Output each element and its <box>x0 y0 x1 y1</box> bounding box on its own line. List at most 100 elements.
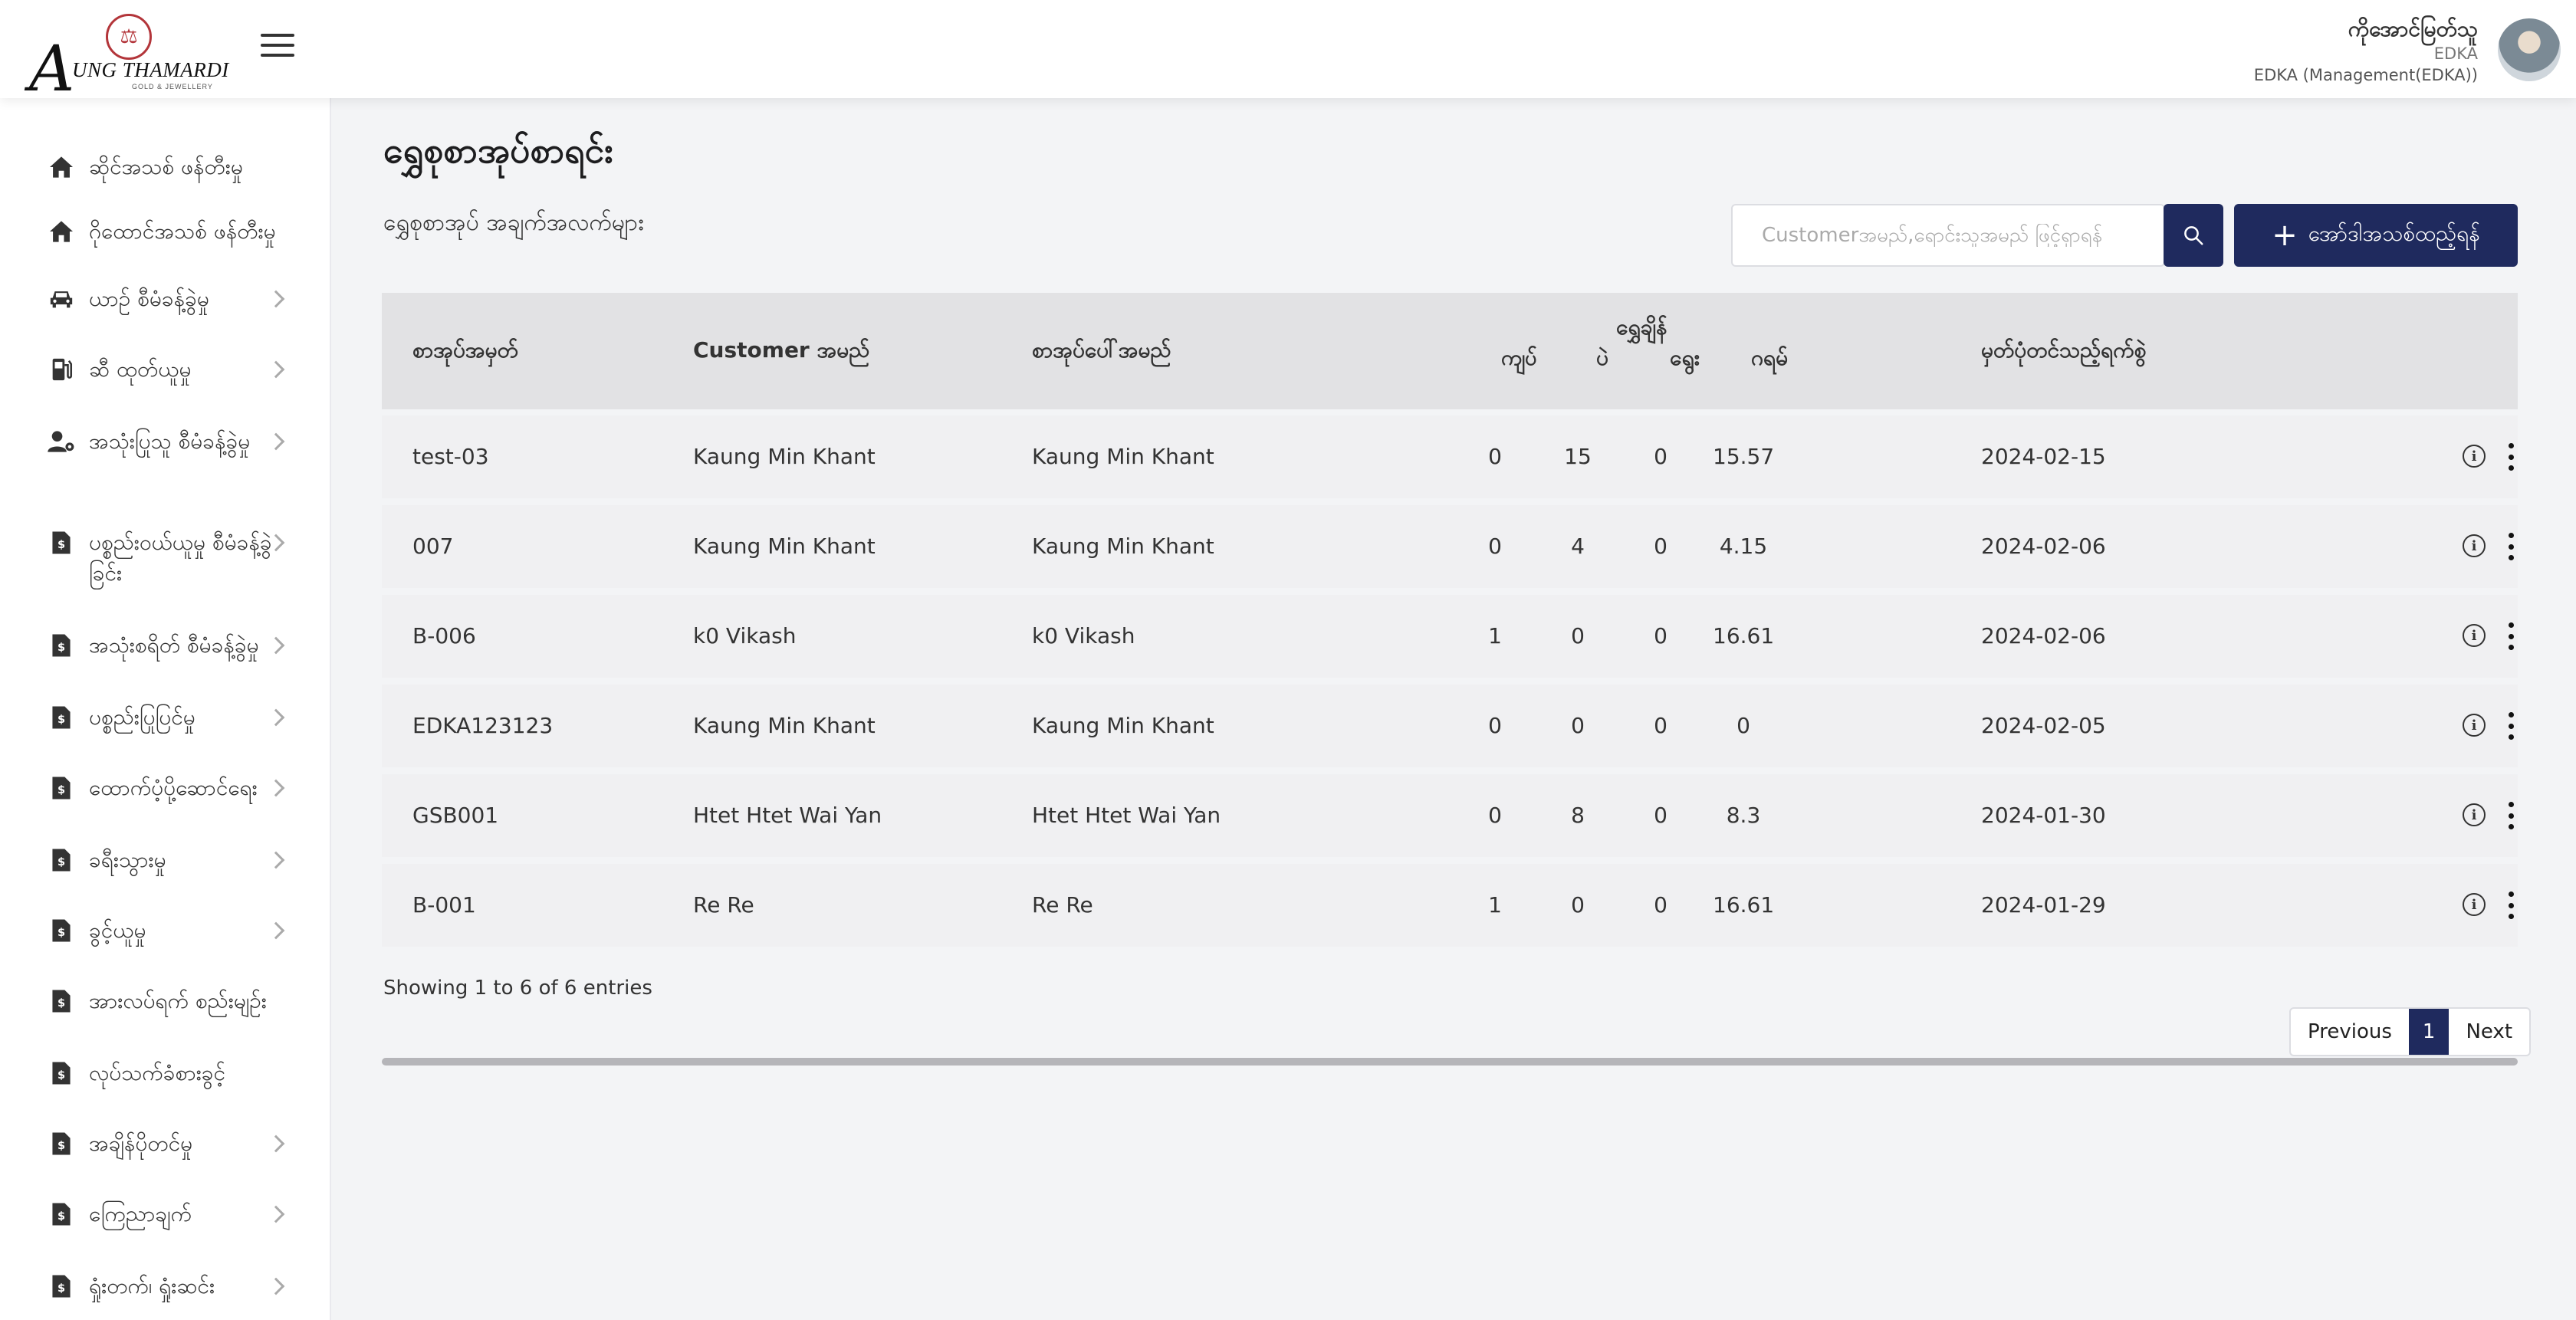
more-options-icon[interactable] <box>2507 712 2515 740</box>
cell-pae: 8 <box>1571 803 1585 828</box>
cell-owner: k0 Vikash <box>1032 623 1135 649</box>
avatar[interactable] <box>2498 18 2561 81</box>
more-options-icon[interactable] <box>2507 891 2515 919</box>
info-icon[interactable]: i <box>2463 534 2486 557</box>
info-icon[interactable]: i <box>2463 893 2486 916</box>
more-options-icon[interactable] <box>2507 443 2515 471</box>
cell-book-no: test-03 <box>412 444 489 469</box>
table-row[interactable]: EDKA123123 Kaung Min Khant Kaung Min Khant… <box>382 685 2518 767</box>
menu-toggle-icon[interactable] <box>261 34 294 61</box>
invoice-icon: $ <box>48 918 75 944</box>
previous-page-button[interactable]: Previous <box>2291 1009 2409 1055</box>
table-row[interactable]: B-006 k0 Vikash k0 Vikash 1 0 0 16.61 2024-02-0… <box>382 595 2518 678</box>
cell-kyat: 0 <box>1488 713 1502 738</box>
cell-owner: Kaung Min Khant <box>1032 444 1214 469</box>
cell-gram: 16.61 <box>1713 892 1775 918</box>
invoice-icon: $ <box>48 530 75 556</box>
info-icon[interactable]: i <box>2463 803 2486 826</box>
sidebar-item-label: ကြေညာချက် <box>89 1201 192 1226</box>
sidebar-item-14[interactable]: $ အချိန်ပိုတင်မှု <box>0 1125 331 1162</box>
sidebar-item-7[interactable]: $ အသုံးစရိတ် စီမံခန့်ခွဲမှု <box>0 627 331 664</box>
cell-date: 2024-01-30 <box>1981 803 2106 828</box>
search-input[interactable] <box>1762 224 2134 247</box>
cell-kyat: 0 <box>1488 803 1502 828</box>
svg-text:$: $ <box>58 784 65 796</box>
col-yway[interactable]: ရွေး <box>1670 343 1700 376</box>
cell-owner: Kaung Min Khant <box>1032 534 1214 559</box>
invoice-icon: $ <box>48 1060 75 1086</box>
col-book-owner[interactable]: စာအုပ်ပေါ်အမည် <box>1032 336 1171 368</box>
cell-pae: 0 <box>1571 713 1585 738</box>
cell-date: 2024-02-06 <box>1981 534 2106 559</box>
company-logo[interactable]: ⚖ A UNG THAMARDI GOLD & JEWELLERY <box>29 8 228 101</box>
entries-info: Showing 1 to 6 of 6 entries <box>383 977 652 1000</box>
logo-text: UNG THAMARDI <box>72 58 229 81</box>
sidebar-item-6[interactable]: $ ပစ္စည်းဝယ်ယူမှု စီမံခန့်ခွဲခြင်း <box>0 524 331 586</box>
info-icon[interactable]: i <box>2463 624 2486 647</box>
sidebar-item-16[interactable]: $ ရှုံးတက်၊ ရှုံးဆင်း <box>0 1268 331 1305</box>
sidebar-item-8[interactable]: $ ပစ္စည်းပြုပြင်မှု <box>0 699 331 736</box>
page-1-button[interactable]: 1 <box>2408 1009 2450 1055</box>
col-kyat[interactable]: ကျပ် <box>1501 343 1537 376</box>
sidebar: ဆိုင်အသစ် ဖန်တီးမှုဂိုထောင်အသစ် ဖန်တီးမှ… <box>0 98 331 1320</box>
info-icon[interactable]: i <box>2463 714 2486 737</box>
sidebar-item-2[interactable]: ဂိုထောင်အသစ် ဖန်တီးမှု <box>0 213 331 250</box>
invoice-icon: $ <box>48 1201 75 1227</box>
user-name: ကိုအောင်မြတ်သူ <box>2348 16 2478 41</box>
sidebar-item-12[interactable]: $ အားလပ်ရက် စည်းမျဥ်း <box>0 983 331 1020</box>
cell-gram: 0 <box>1737 713 1750 738</box>
sidebar-item-10[interactable]: $ ခရီးသွားမှု <box>0 842 331 878</box>
sidebar-item-3[interactable]: ယာဥ် စီမံခန့်ခွဲမှု <box>0 281 331 317</box>
table-row[interactable]: B-001 Re Re Re Re 1 0 0 16.61 2024-01-29 i <box>382 864 2518 947</box>
cell-kyat: 1 <box>1488 892 1502 918</box>
sidebar-item-label: အသုံးစရိတ် စီမံခန့်ခွဲမှု <box>89 632 259 658</box>
scales-icon: ⚖ <box>106 14 152 60</box>
col-gram[interactable]: ဂရမ် <box>1751 343 1788 376</box>
cell-date: 2024-01-29 <box>1981 892 2106 918</box>
cell-yway: 0 <box>1654 623 1668 649</box>
cell-date: 2024-02-06 <box>1981 623 2106 649</box>
table-row[interactable]: test-03 Kaung Min Khant Kaung Min Khant 0 15… <box>382 415 2518 498</box>
sidebar-item-13[interactable]: $ လုပ်သက်ခံစားခွင့် <box>0 1055 331 1092</box>
user-info[interactable]: ကိုအောင်မြတ်သူ EDKA EDKA (Management(EDK… <box>2254 15 2478 86</box>
sidebar-item-9[interactable]: $ ထောက်ပံ့ပို့ဆောင်ရေး <box>0 770 331 806</box>
sidebar-item-15[interactable]: $ ကြေညာချက် <box>0 1196 331 1233</box>
sidebar-item-1[interactable]: ဆိုင်အသစ် ဖန်တီးမှု <box>0 149 331 186</box>
logo-subtext: GOLD & JEWELLERY <box>132 83 213 90</box>
sidebar-item-4[interactable]: ဆီ ထုတ်ယူမှု <box>0 351 331 388</box>
sidebar-item-5[interactable]: အသုံးပြုသူ စီမံခန့်ခွဲမှု <box>0 423 331 460</box>
invoice-icon: $ <box>48 632 75 658</box>
cell-yway: 0 <box>1654 444 1668 469</box>
invoice-icon: $ <box>48 988 75 1014</box>
svg-text:$: $ <box>58 927 65 939</box>
info-icon[interactable]: i <box>2463 445 2486 468</box>
sidebar-item-label: ယာဥ် စီမံခန့်ခွဲမှု <box>89 286 209 311</box>
sidebar-item-11[interactable]: $ ခွင့်ယူမှု <box>0 912 331 949</box>
cell-gram: 4.15 <box>1719 534 1768 559</box>
col-pae[interactable]: ပဲ <box>1596 343 1608 376</box>
add-order-button[interactable]: + အော်ဒါအသစ်ထည့်ရန် <box>2234 204 2518 267</box>
col-book-no[interactable]: စာအုပ်အမှတ် <box>412 336 518 368</box>
svg-text:$: $ <box>58 1210 65 1223</box>
more-options-icon[interactable] <box>2507 802 2515 829</box>
next-page-button[interactable]: Next <box>2449 1009 2529 1055</box>
col-register-date[interactable]: မှတ်ပုံတင်သည့်ရက်စွဲ <box>1981 336 2146 368</box>
search-icon <box>2184 226 2203 245</box>
col-customer[interactable]: Customer အမည် <box>693 336 869 368</box>
more-options-icon[interactable] <box>2507 533 2515 560</box>
invoice-icon: $ <box>48 1273 75 1299</box>
cell-kyat: 0 <box>1488 534 1502 559</box>
invoice-icon: $ <box>48 1131 75 1157</box>
sidebar-item-label: ပစ္စည်းပြုပြင်မှု <box>89 704 196 730</box>
table-row[interactable]: GSB001 Htet Htet Wai Yan Htet Htet Wai Yan… <box>382 774 2518 857</box>
search-button[interactable] <box>2164 204 2223 267</box>
table-row[interactable]: 007 Kaung Min Khant Kaung Min Khant 0 4 0 4.15… <box>382 505 2518 588</box>
page-subtitle: ရွှေစုစာအုပ် အချက်အလက်များ <box>383 209 644 236</box>
search-field[interactable] <box>1731 204 2165 267</box>
sidebar-item-label: ရှုံးတက်၊ ရှုံးဆင်း <box>89 1273 215 1299</box>
cell-date: 2024-02-15 <box>1981 444 2106 469</box>
sidebar-item-label: ထောက်ပံ့ပို့ဆောင်ရေး <box>89 775 258 800</box>
cell-customer: k0 Vikash <box>693 623 797 649</box>
more-options-icon[interactable] <box>2507 622 2515 650</box>
horizontal-scrollbar[interactable] <box>382 1058 2518 1066</box>
